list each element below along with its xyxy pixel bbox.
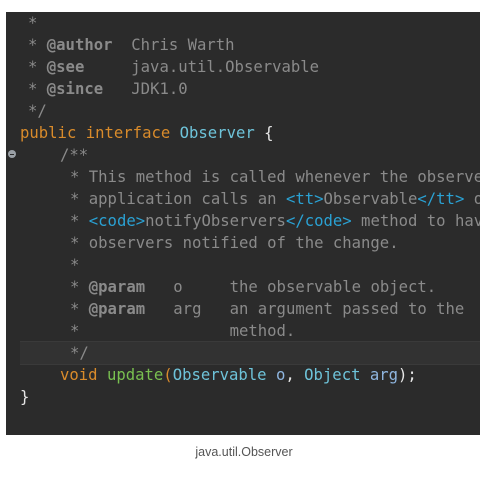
code-line-14: * @param arg an argument passed to the (70, 300, 465, 318)
method-name: update (106, 366, 164, 384)
fold-collapse-icon[interactable] (8, 150, 16, 158)
code-line-11: * observers notified of the change. (70, 234, 399, 252)
javadoc-see-tag: @see (46, 58, 85, 76)
code-line-9: * application calls an <tt>Observable</t… (70, 190, 480, 208)
code-editor[interactable]: * * @author Chris Warth * @see java.util… (6, 12, 480, 435)
code-line-7: /** (60, 146, 89, 164)
code-line-4: * @since JDK1.0 (28, 80, 188, 98)
code-line-16: */ (70, 344, 89, 362)
code-line-12: * (70, 256, 80, 274)
interface-name: Observer (179, 124, 255, 142)
code-line-10: * <code>notifyObservers</code> method to… (70, 212, 480, 230)
javadoc-param-tag: @param (88, 300, 146, 318)
code-line-18: } (20, 388, 30, 406)
code-line-6: public interface Observer { (20, 124, 274, 142)
code-line-1: * (28, 14, 38, 32)
code-line-2: * @author Chris Warth (28, 36, 235, 54)
code-line-8: * This method is called whenever the obs… (70, 168, 480, 186)
current-line-highlight (20, 341, 480, 365)
code-line-13: * @param o the observable object. (70, 278, 437, 296)
javadoc-since-tag: @since (46, 80, 104, 98)
javadoc-author-tag: @author (46, 36, 113, 54)
code-line-15: * method. (70, 322, 296, 340)
code-line-17: void update(Observable o, Object arg); (60, 366, 417, 384)
javadoc-param-tag: @param (88, 278, 146, 296)
code-line-3: * @see java.util.Observable (28, 58, 320, 76)
image-caption: java.util.Observer (195, 445, 293, 459)
code-line-5: */ (28, 102, 47, 120)
